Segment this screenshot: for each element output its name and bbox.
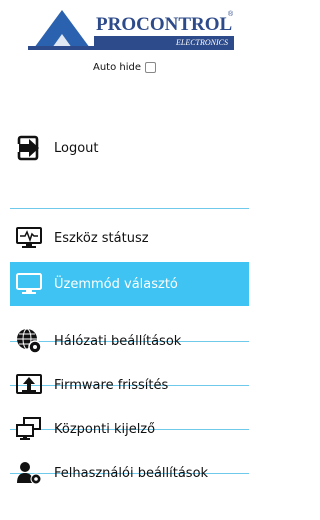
dual-monitor-icon (16, 416, 42, 442)
menu-label: Központi kijelző (54, 421, 156, 437)
menu-label: Hálózati beállítások (54, 333, 182, 349)
menu-item-mode-selector[interactable]: Üzemmód választó (10, 262, 249, 306)
monitor-icon (16, 271, 42, 297)
autohide-label: Auto hide (93, 62, 142, 73)
registered-mark: ® (228, 10, 234, 18)
brand-sub: ELECTRONICS (175, 38, 228, 47)
upload-icon (16, 372, 42, 398)
logout-button[interactable]: Logout (10, 126, 249, 170)
autohide-checkbox[interactable] (145, 62, 157, 73)
menu-item-central-display[interactable]: Központi kijelző (10, 407, 249, 451)
menu-item-user-settings[interactable]: Felhasználói beállítások (10, 451, 249, 495)
sign-in-icon (16, 135, 42, 161)
menu-label: Felhasználói beállítások (54, 465, 209, 481)
globe-gear-icon (16, 328, 42, 354)
logout-label: Logout (54, 140, 99, 156)
menu-label: Firmware frissítés (54, 377, 169, 393)
monitor-pulse-icon (16, 225, 42, 251)
menu-item-network-settings[interactable]: Hálózati beállítások (10, 319, 249, 363)
procontrol-logo: PROCONTROL ® ELECTRONICS (28, 10, 234, 50)
user-gear-icon (16, 460, 42, 486)
autohide-control: Auto hide (93, 62, 157, 73)
menu-item-device-status[interactable]: Eszköz státusz (10, 216, 249, 260)
menu-label: Eszköz státusz (54, 230, 149, 246)
brand-name: PROCONTROL (96, 14, 232, 35)
divider (10, 208, 249, 209)
logo-area: PROCONTROL ® ELECTRONICS (0, 0, 249, 90)
menu-item-firmware-update[interactable]: Firmware frissítés (10, 363, 249, 407)
menu-label: Üzemmód választó (54, 276, 178, 292)
